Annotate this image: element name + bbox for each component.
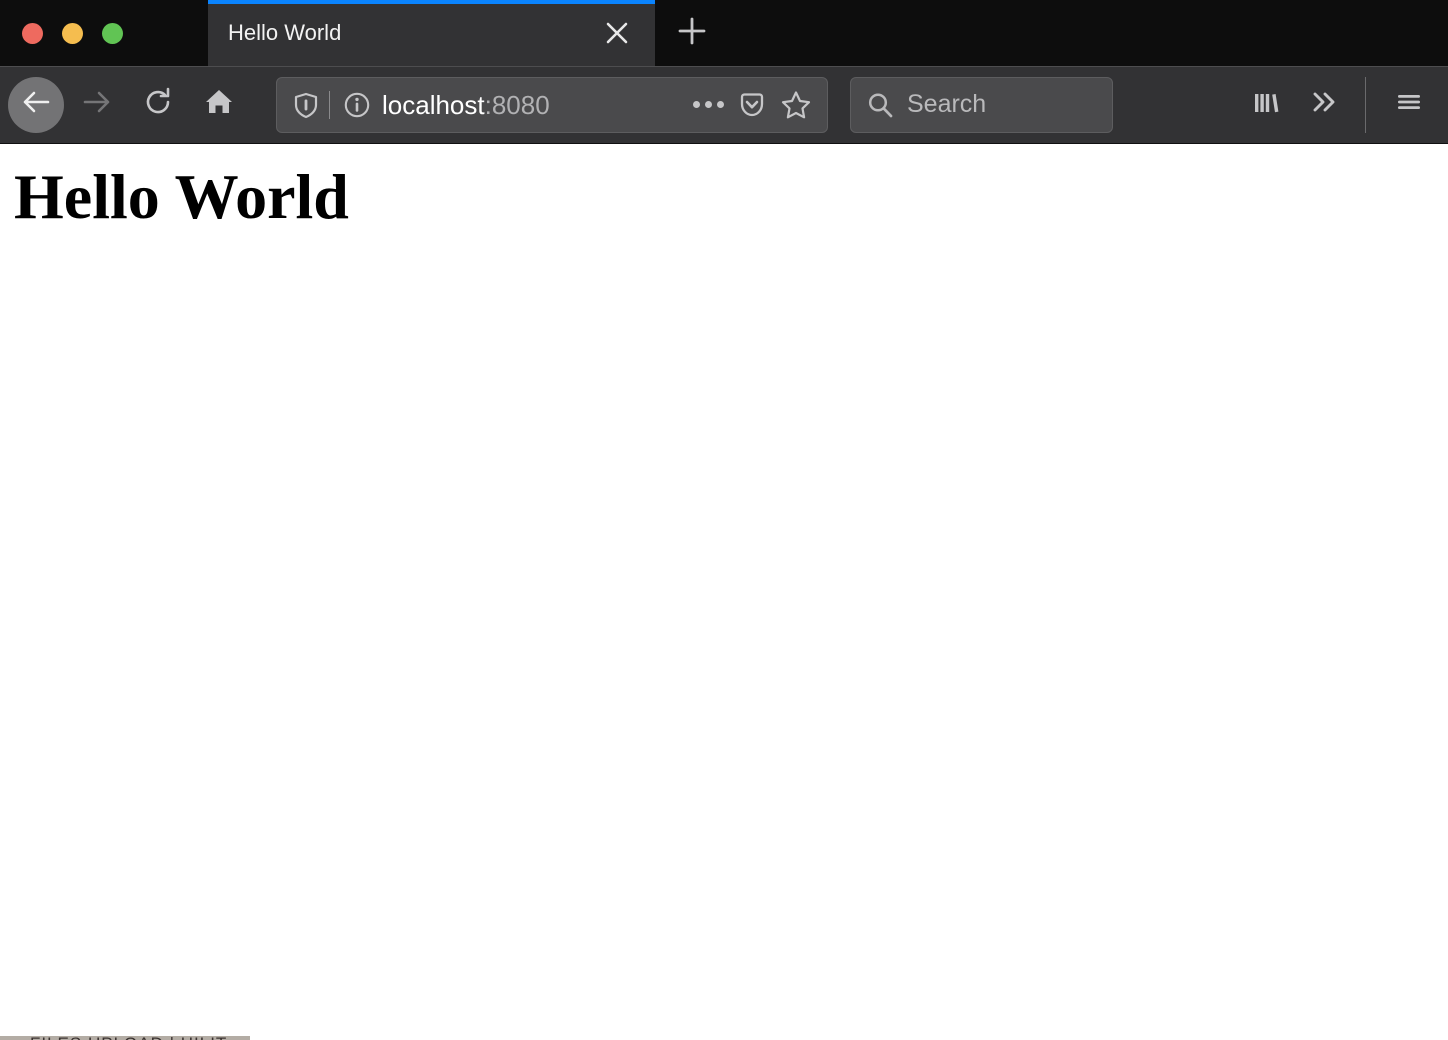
star-icon[interactable] bbox=[779, 88, 813, 122]
search-icon bbox=[863, 88, 897, 122]
page-content: Hello World FILES UPLOAD | HILIT bbox=[0, 144, 1448, 1040]
arrow-left-icon bbox=[19, 85, 53, 124]
url-port: :8080 bbox=[485, 90, 550, 120]
urlbar-separator bbox=[329, 91, 330, 119]
tab-strip: Hello World bbox=[0, 0, 1448, 66]
clipped-strip-text: FILES UPLOAD | HILIT bbox=[30, 1035, 227, 1040]
ellipsis-icon[interactable] bbox=[691, 88, 725, 122]
forward-button[interactable] bbox=[69, 77, 125, 133]
ellipsis-dot bbox=[693, 101, 700, 108]
arrow-right-icon bbox=[80, 85, 114, 124]
info-circle-icon[interactable] bbox=[340, 88, 374, 122]
back-button[interactable] bbox=[8, 77, 64, 133]
pocket-icon[interactable] bbox=[735, 88, 769, 122]
window-minimize-button[interactable] bbox=[62, 23, 83, 44]
new-tab-button[interactable] bbox=[655, 0, 729, 66]
home-button[interactable] bbox=[191, 77, 247, 133]
browser-window: Hello World bbox=[0, 0, 1448, 1040]
window-zoom-button[interactable] bbox=[102, 23, 123, 44]
window-close-button[interactable] bbox=[22, 23, 43, 44]
clipped-bottom-strip: FILES UPLOAD | HILIT bbox=[0, 1033, 1448, 1040]
urlbar-actions bbox=[691, 88, 813, 122]
chevron-double-right-icon bbox=[1307, 85, 1341, 124]
tabstrip-empty-area bbox=[729, 0, 1448, 66]
hamburger-menu-icon bbox=[1392, 85, 1426, 124]
address-bar[interactable]: localhost:8080 bbox=[276, 77, 828, 133]
tab-title: Hello World bbox=[228, 20, 597, 46]
page-title: Hello World bbox=[14, 165, 1448, 229]
navigation-toolbar: localhost:8080 bbox=[0, 66, 1448, 144]
library-icon bbox=[1249, 85, 1283, 124]
tab-hello-world[interactable]: Hello World bbox=[208, 0, 655, 66]
close-icon[interactable] bbox=[597, 13, 637, 53]
search-input[interactable]: Search bbox=[907, 90, 986, 119]
overflow-menu-button[interactable] bbox=[1295, 77, 1353, 133]
toolbar-right-actions bbox=[1237, 77, 1438, 133]
home-icon bbox=[202, 85, 236, 124]
plus-icon bbox=[676, 15, 708, 52]
search-bar[interactable]: Search bbox=[850, 77, 1113, 133]
ellipsis-dot bbox=[705, 101, 712, 108]
reload-icon bbox=[141, 85, 175, 124]
window-controls bbox=[0, 0, 208, 66]
url-text[interactable]: localhost:8080 bbox=[382, 90, 681, 120]
shield-icon[interactable] bbox=[289, 88, 323, 122]
app-menu-button[interactable] bbox=[1380, 77, 1438, 133]
toolbar-divider bbox=[1365, 77, 1366, 133]
url-host: localhost bbox=[382, 90, 485, 120]
library-button[interactable] bbox=[1237, 77, 1295, 133]
reload-button[interactable] bbox=[130, 77, 186, 133]
ellipsis-dot bbox=[717, 101, 724, 108]
